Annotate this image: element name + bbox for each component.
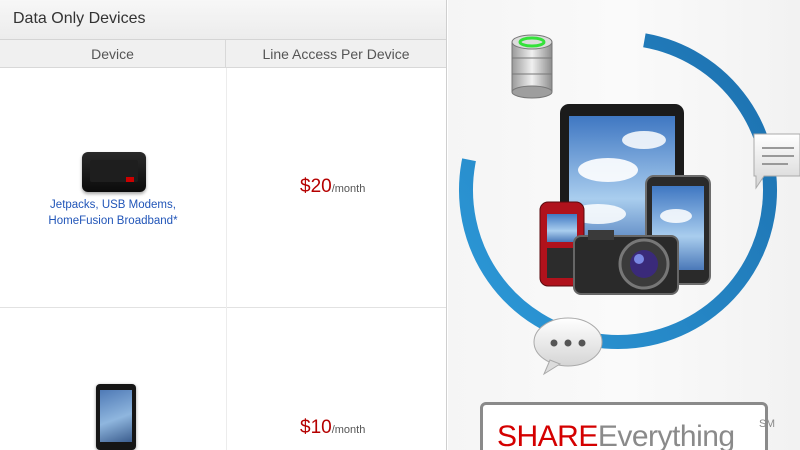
homefusion-broadband-link[interactable]: HomeFusion Broadband* bbox=[20, 213, 206, 229]
table-row: Jetpacks, USB Modems, HomeFusion Broadba… bbox=[0, 68, 446, 308]
price-period: /month bbox=[331, 424, 366, 436]
panel-title: Data Only Devices bbox=[0, 0, 446, 40]
data-only-devices-panel: Data Only Devices Device Line Access Per… bbox=[0, 0, 447, 450]
price-period: /month bbox=[331, 183, 366, 195]
table-row: $10/month bbox=[0, 309, 446, 450]
share-everything-logo: SHAREEverything SM bbox=[480, 402, 775, 450]
jetpacks-usb-modems-link[interactable]: Jetpacks, USB Modems, bbox=[20, 197, 206, 213]
database-icon bbox=[511, 34, 553, 99]
camera-icon bbox=[573, 230, 679, 295]
line-access-price: $20/month bbox=[300, 176, 365, 198]
service-mark: SM bbox=[759, 418, 775, 430]
column-header-line-access: Line Access Per Device bbox=[226, 40, 446, 68]
tablet-image bbox=[96, 384, 136, 450]
brand-share-text: SHARE bbox=[497, 420, 598, 450]
devices-illustration bbox=[459, 31, 800, 376]
brand-everything-text: Everything bbox=[597, 420, 735, 450]
column-divider bbox=[226, 68, 227, 450]
price-amount: $20 bbox=[300, 176, 332, 197]
column-header-device: Device bbox=[0, 40, 226, 68]
chat-ellipsis-icon bbox=[533, 317, 603, 376]
jetpack-hotspot-image bbox=[82, 152, 146, 192]
share-everything-promo: SHAREEverything SM bbox=[448, 0, 800, 450]
price-amount: $10 bbox=[300, 417, 332, 438]
line-access-price: $10/month bbox=[300, 417, 365, 439]
message-bubble-icon bbox=[753, 133, 800, 190]
